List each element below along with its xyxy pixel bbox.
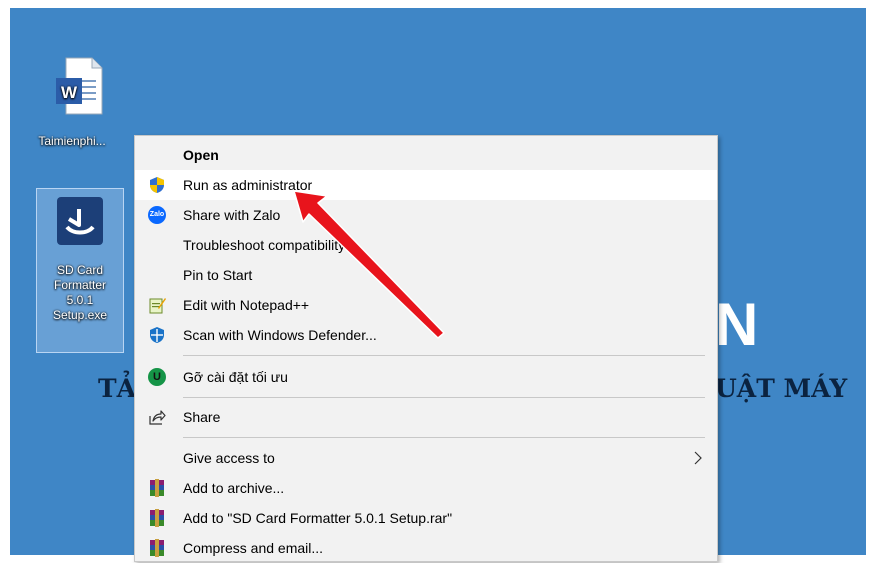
context-menu: Open Run as administrator Zalo Share wit… [134,135,718,562]
menu-item-label: Troubleshoot compatibility [183,237,346,253]
desktop-icon-label: Taimienphi... [38,134,106,148]
word-document-icon: W [56,57,103,115]
menu-item-label: Gỡ cài đặt tối ưu [183,369,288,385]
menu-item-label: Share [183,409,221,425]
desktop-icon-document[interactable]: W Taimienphi... [32,52,112,152]
menu-item-label: Compress and email... [183,540,324,556]
menu-item-label: Add to "SD Card Formatter 5.0.1 Setup.ra… [183,510,453,526]
share-icon [149,410,166,425]
watermark-text-left: TẢ [98,374,137,403]
menu-item-scan-with-windows-defender[interactable]: Scan with Windows Defender... [135,320,717,350]
desktop-icon-label-line: 5.0.1 [66,293,94,307]
menu-item-pin-to-start[interactable]: Pin to Start [135,260,717,290]
desktop-icon-label-line: SD Card [56,263,103,277]
uac-shield-icon [150,177,164,193]
winrar-icon [150,539,164,557]
winrar-icon [150,509,164,527]
menu-item-label: Share with Zalo [183,207,281,223]
zalo-icon: Zalo [148,206,166,224]
menu-item-run-as-administrator[interactable]: Run as administrator [135,170,717,200]
svg-text:W: W [61,83,78,102]
menu-item-label: Run as administrator [183,177,313,193]
menu-item-open[interactable]: Open [135,140,717,170]
menu-item-label: Add to archive... [183,480,285,496]
menu-item-label: Open [183,147,219,163]
watermark-big-letter: N [715,291,759,358]
menu-item-uninstall-optimized[interactable]: U Gỡ cài đặt tối ưu [135,362,717,392]
sd-card-formatter-icon [57,197,103,245]
menu-item-share-with-zalo[interactable]: Zalo Share with Zalo [135,200,717,230]
uninstaller-icon: U [148,368,166,386]
menu-item-edit-with-notepad[interactable]: Edit with Notepad++ [135,290,717,320]
notepad-plus-plus-icon [149,298,166,314]
menu-item-share[interactable]: Share [135,402,717,432]
menu-item-label: Scan with Windows Defender... [183,327,377,343]
menu-item-troubleshoot-compatibility[interactable]: Troubleshoot compatibility [135,230,717,260]
chevron-right-icon [694,451,702,465]
menu-item-add-to-archive[interactable]: Add to archive... [135,473,717,503]
menu-item-compress-and-email[interactable]: Compress and email... [135,533,717,563]
winrar-icon [150,479,164,497]
menu-item-label: Edit with Notepad++ [183,297,310,313]
desktop-icon-label-line: Setup.exe [52,308,108,322]
desktop-icon-label-line: Formatter [53,278,106,292]
menu-item-label: Pin to Start [183,267,253,283]
watermark-text-right: UẬT MÁY [715,374,848,403]
windows-defender-icon [150,327,164,343]
desktop-icon-sd-card-formatter[interactable]: SD Card Formatter 5.0.1 Setup.exe [36,188,124,353]
menu-item-add-to-rar[interactable]: Add to "SD Card Formatter 5.0.1 Setup.ra… [135,503,717,533]
menu-item-label: Give access to [183,450,275,466]
menu-separator [183,397,705,398]
menu-separator [183,355,705,356]
menu-separator [183,437,705,438]
menu-item-give-access-to[interactable]: Give access to [135,443,717,473]
